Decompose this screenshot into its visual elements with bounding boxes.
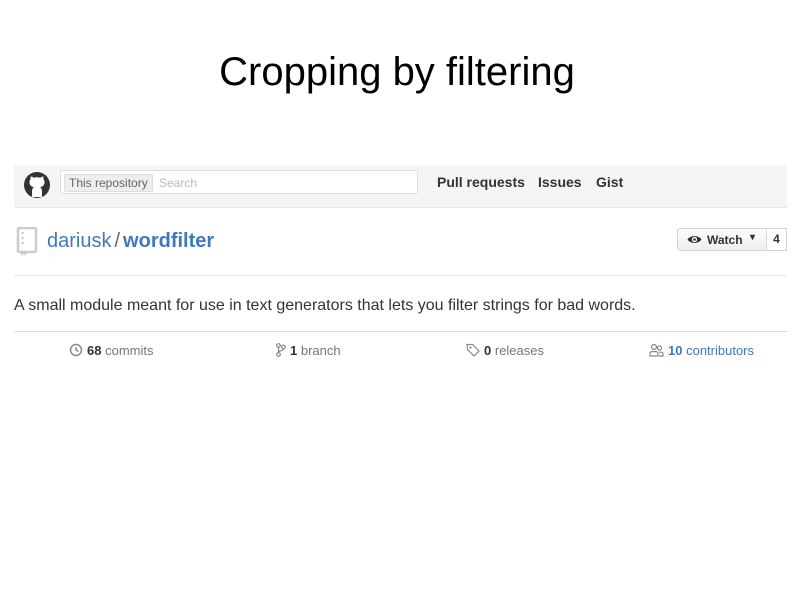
repo-title: dariusk / wordfilter: [47, 230, 214, 253]
repo-book-icon: [16, 227, 38, 256]
repo-path-separator: /: [114, 230, 121, 252]
branches-count: 1: [290, 343, 298, 358]
search-scope-label: This repository: [64, 174, 153, 192]
watch-count[interactable]: 4: [767, 228, 787, 251]
nav-issues[interactable]: Issues: [538, 174, 582, 190]
releases-count: 0: [484, 343, 492, 358]
github-screenshot: This repository Search Pull requests Iss…: [14, 165, 787, 370]
history-icon: [69, 343, 83, 357]
github-header: This repository Search Pull requests Iss…: [14, 165, 787, 208]
repo-owner-link[interactable]: dariusk: [47, 230, 111, 252]
github-octocat-icon[interactable]: [23, 171, 51, 199]
commits-count: 68: [87, 343, 102, 358]
commits-label: commits: [105, 343, 154, 358]
slide-title: Cropping by filtering: [219, 50, 575, 94]
releases-label: releases: [494, 343, 544, 358]
tag-icon: [466, 343, 480, 357]
repo-description: A small module meant for use in text gen…: [14, 297, 636, 314]
search-box[interactable]: This repository Search: [60, 170, 418, 194]
eye-icon: [687, 236, 702, 243]
branches-label: branch: [300, 343, 341, 358]
contributors-label: contributors: [686, 343, 755, 358]
repo-name-link[interactable]: wordfilter: [123, 230, 214, 252]
watch-button[interactable]: Watch ▾: [677, 228, 767, 251]
contributors-count: 10: [668, 343, 683, 358]
people-icon: [649, 343, 664, 357]
branches-link[interactable]: 1 branch: [276, 343, 341, 358]
repo-header: dariusk / wordfilter Watch ▾ 4: [14, 217, 787, 276]
releases-link[interactable]: 0 releases: [466, 343, 544, 358]
chevron-down-icon: ▾: [750, 232, 756, 243]
nav-pull-requests[interactable]: Pull requests: [437, 174, 525, 190]
nav-gist[interactable]: Gist: [596, 174, 623, 190]
branch-icon: [276, 343, 286, 357]
commits-link[interactable]: 68 commits: [69, 343, 153, 358]
contributors-link[interactable]: 10 contributors: [649, 343, 754, 358]
watch-label: Watch: [707, 233, 743, 247]
search-input[interactable]: Search: [159, 176, 197, 190]
repo-stats-bar: 68 commits 1 branch 0 releases 10 contri…: [14, 331, 787, 372]
